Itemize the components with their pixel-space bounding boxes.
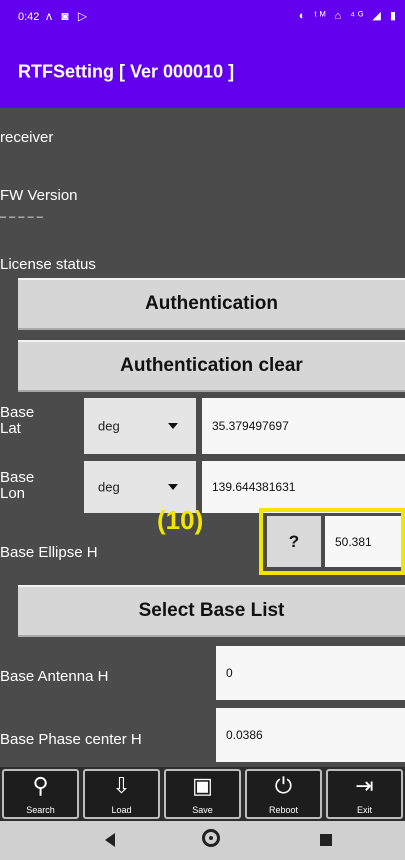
clipped-text: – – – – – (0, 216, 43, 223)
base-ellipse-h-value: 50.381 (335, 534, 372, 549)
base-phase-center-h-value: 0.0386 (226, 728, 263, 742)
system-status-icons: ◐ ᵗᴹ ⌂ ⁴ᴳ ◢ ▮ (298, 10, 399, 22)
base-phase-center-h-label: Base Phase center H (0, 731, 142, 748)
save-icon: ▣ (192, 773, 213, 798)
save-label: Save (192, 805, 213, 815)
base-antenna-h-value: 0 (226, 666, 233, 680)
load-label: Load (111, 805, 132, 815)
reboot-button[interactable]: ⏻ Reboot (245, 769, 322, 819)
home-icon[interactable] (202, 829, 220, 847)
base-lon-input[interactable]: 139.644381631 (202, 461, 405, 513)
clock: 0:42 (18, 11, 40, 23)
notification-icons: ᴧ ◙ ▷ (46, 9, 91, 23)
base-ellipse-h-input[interactable]: 50.381 (325, 516, 401, 567)
lat-unit-dropdown[interactable]: deg (84, 398, 196, 454)
dropdown-arrow-icon (168, 484, 178, 490)
back-icon[interactable] (105, 833, 115, 847)
search-label: Search (26, 805, 55, 815)
callout-number: (10) (157, 505, 204, 535)
base-lat-label: Base Lat (0, 404, 35, 437)
load-icon: ⇩ (112, 773, 131, 798)
receiver-label: receiver (0, 129, 54, 146)
exit-label: Exit (356, 805, 372, 815)
base-lat-value: 35.379497697 (212, 419, 289, 433)
exit-button[interactable]: ⇥ Exit (326, 769, 403, 819)
authentication-button[interactable]: Authentication (18, 278, 405, 330)
reboot-label: Reboot (268, 805, 299, 815)
base-antenna-h-label: Base Antenna H (0, 668, 109, 685)
bottom-toolbar: ⚲ Search ⇩ Load ▣ Save ⏻ Reboot ⇥ Exit (0, 767, 405, 821)
exit-icon: ⇥ (355, 773, 374, 798)
help-button[interactable]: ? (267, 516, 321, 567)
lon-unit-value: deg (98, 479, 120, 495)
system-navigation-bar (0, 821, 405, 860)
load-button[interactable]: ⇩ Load (83, 769, 160, 819)
fw-version-label: FW Version (0, 187, 78, 204)
status-bar: 0:42 ᴧ ◙ ▷ ◐ ᵗᴹ ⌂ ⁴ᴳ ◢ ▮ (0, 0, 405, 34)
base-phase-center-h-input[interactable]: 0.0386 (216, 708, 405, 762)
power-icon: ⏻ (274, 773, 293, 798)
dropdown-arrow-icon (168, 423, 178, 429)
lat-unit-value: deg (98, 418, 120, 434)
base-lat-input[interactable]: 35.379497697 (202, 398, 405, 454)
base-ellipse-h-label: Base Ellipse H (0, 544, 98, 561)
license-status-label: License status (0, 256, 96, 273)
app-title: RTFSetting [ Ver 000010 ] (18, 61, 235, 82)
save-button[interactable]: ▣ Save (164, 769, 241, 819)
base-antenna-h-input[interactable]: 0 (216, 646, 405, 700)
select-base-list-button[interactable]: Select Base List (18, 585, 405, 637)
base-lon-value: 139.644381631 (212, 480, 296, 494)
app-bar: RTFSetting [ Ver 000010 ] (0, 34, 405, 108)
authentication-clear-button[interactable]: Authentication clear (18, 340, 405, 392)
search-icon: ⚲ (32, 773, 49, 798)
recents-icon[interactable] (320, 834, 332, 846)
search-button[interactable]: ⚲ Search (2, 769, 79, 819)
base-lon-label: Base Lon (0, 469, 35, 502)
